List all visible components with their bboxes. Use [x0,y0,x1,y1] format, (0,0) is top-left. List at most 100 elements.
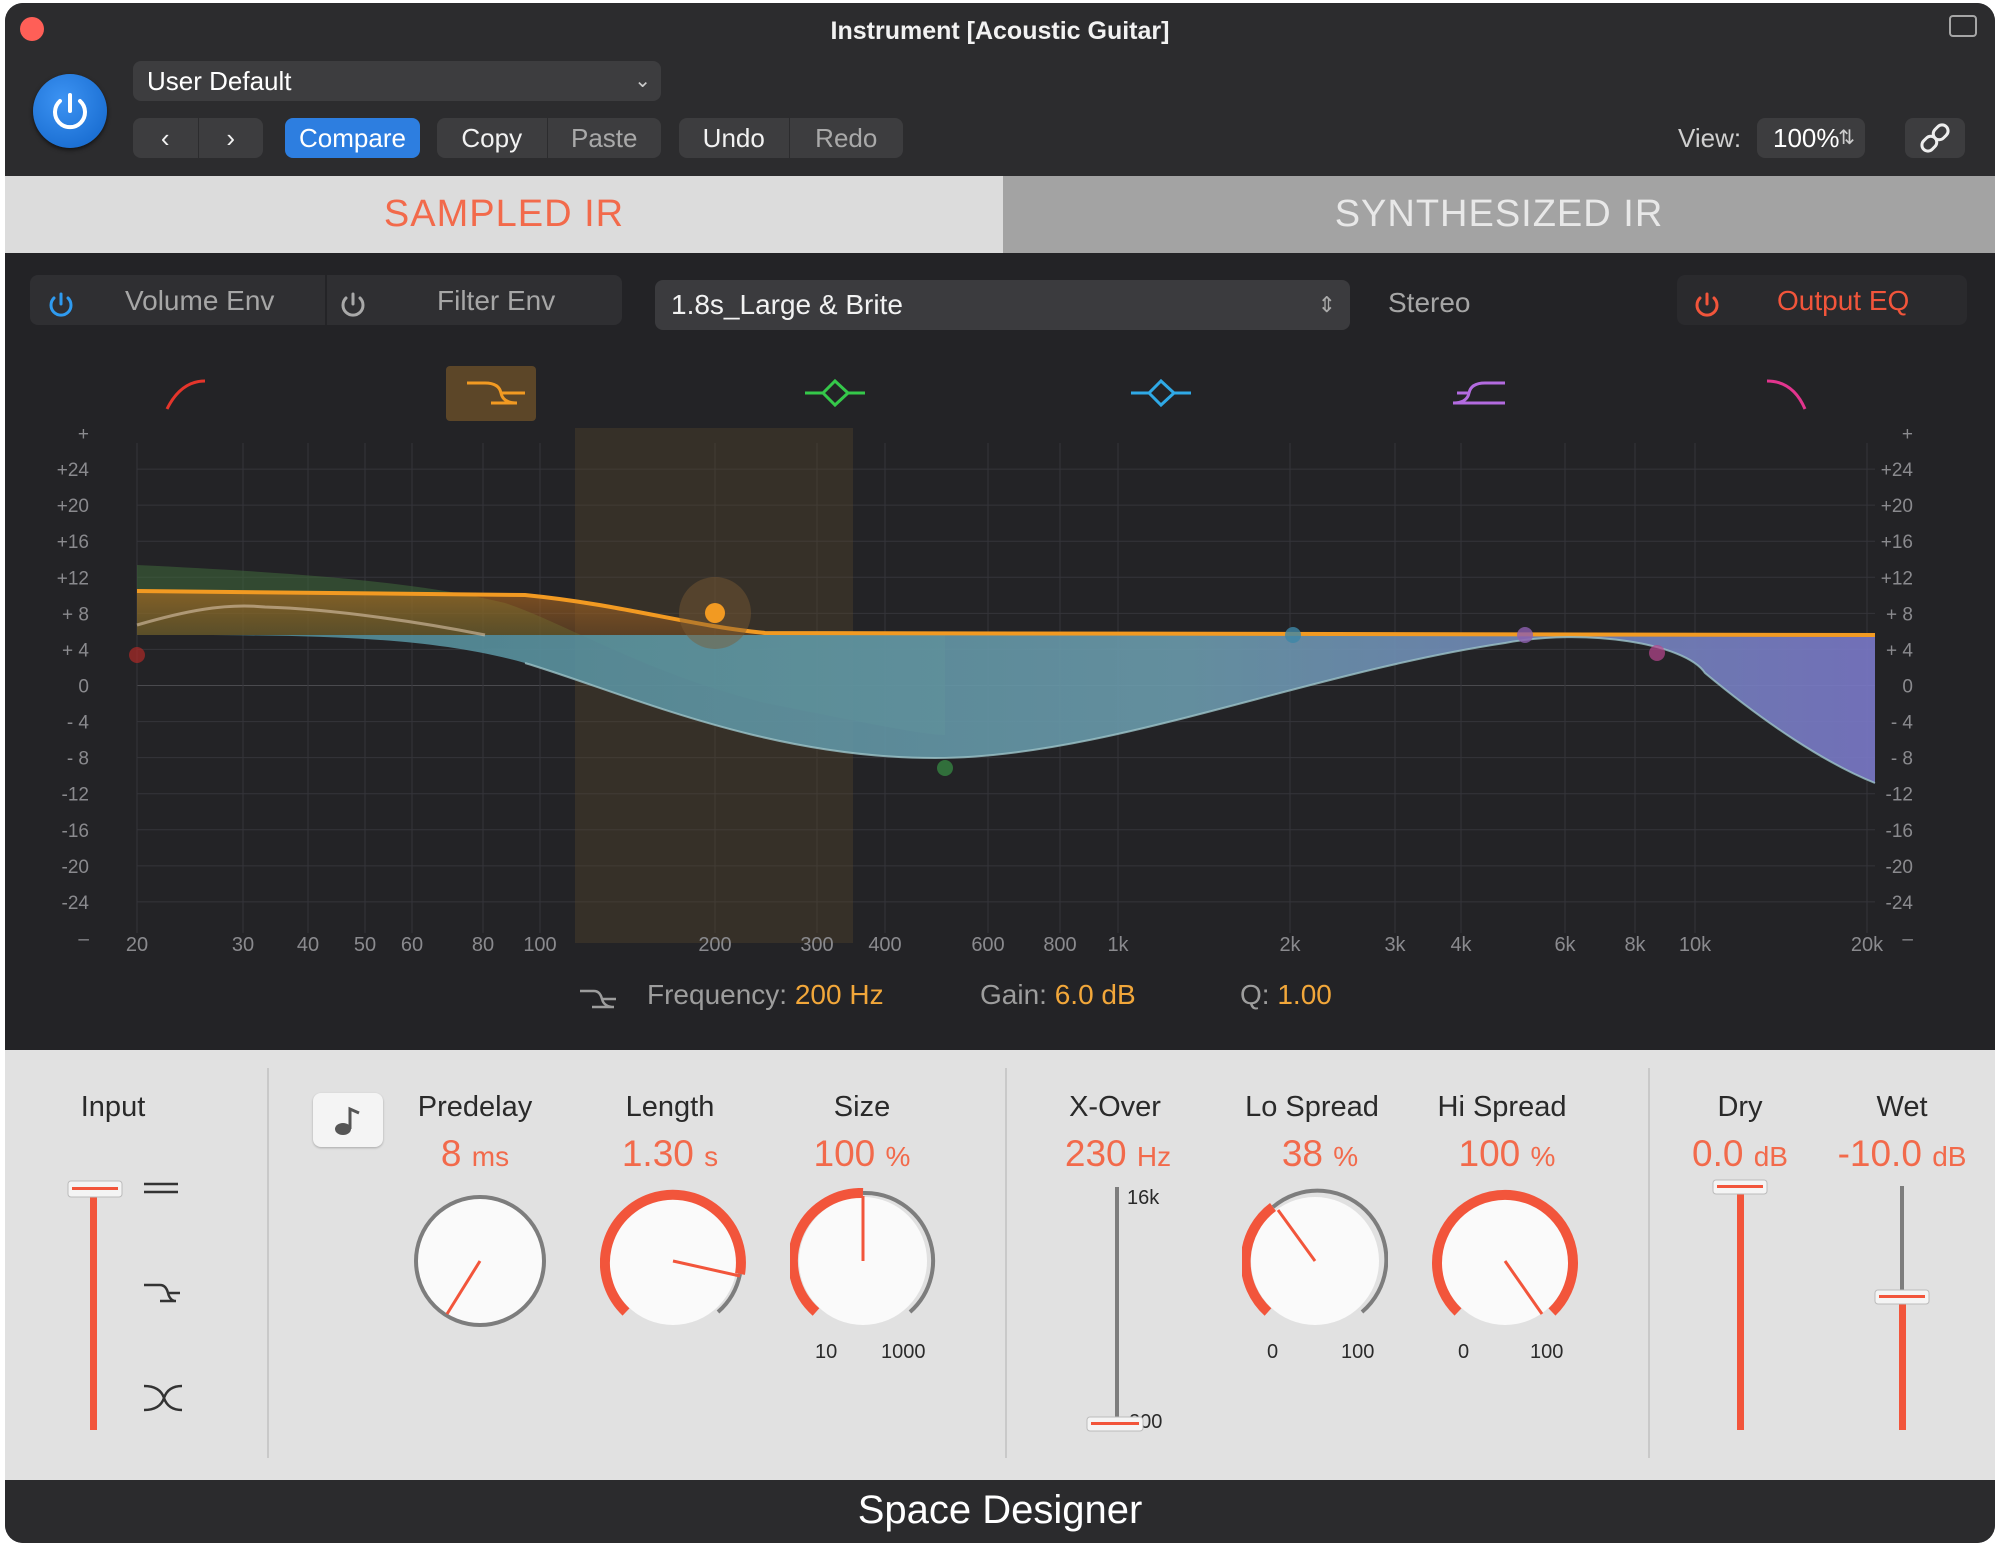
bell-band-icon-green[interactable] [805,378,865,408]
q-value[interactable]: 1.00 [1277,979,1332,1010]
high-shelf-band-icon[interactable] [1452,381,1505,405]
lo-spread-number: 38 [1281,1133,1323,1174]
wet-unit: dB [1932,1141,1967,1172]
filter-env-power-icon[interactable] [335,287,371,323]
xstereo-mode-icon[interactable] [143,1384,183,1412]
db-tick-label: +20 [1881,496,1913,517]
hi-spread-knob[interactable] [1432,1188,1578,1334]
output-eq-label[interactable]: Output EQ [1777,285,1909,317]
db-tick-label: - 8 [1891,749,1913,770]
db-tick-label: +16 [57,532,89,553]
db-tick-label: + 4 [62,640,89,661]
db-tick-label: +24 [1881,460,1914,481]
previous-preset-button[interactable]: ‹ [133,118,198,158]
next-preset-button[interactable]: › [197,118,264,158]
plugin-window: Instrument [Acoustic Guitar] User Defaul… [5,3,1995,1543]
q-readout[interactable]: Q: 1.00 [1240,979,1332,1011]
undo-button[interactable]: Undo [679,118,789,158]
view-zoom-select[interactable]: 100% ⇅ [1757,118,1865,158]
blue-band-handle[interactable] [1285,627,1301,643]
ir-file-select[interactable]: 1.8s_Large & Brite ⇕ [655,280,1350,330]
frequency-scale: 20 30 40 50 60 80 100 200 300 400 600 800 1k 2k 3k 4k 6k… [126,934,1884,956]
frequency-tick-label: 20 [126,934,148,956]
link-button[interactable] [1905,118,1965,158]
frequency-tick-label: 300 [800,934,833,956]
frequency-label: Frequency: [647,979,788,1010]
low-cut-handle[interactable] [129,647,145,663]
frequency-tick-label: 50 [354,934,376,956]
tab-sampled-ir[interactable]: SAMPLED IR [5,176,1003,253]
xover-value[interactable]: 230 Hz [1008,1133,1228,1175]
size-value[interactable]: 100 % [752,1133,972,1175]
preset-menu[interactable]: User Default ⌄ [133,61,661,101]
predelay-unit: ms [471,1141,510,1172]
divider [1648,1068,1650,1458]
predelay-label: Predelay [417,1091,533,1123]
volume-env-tab[interactable]: Volume Env [125,285,274,317]
high-shelf-handle[interactable] [1517,627,1533,643]
frequency-value[interactable]: 200 Hz [795,979,884,1010]
eq-graph[interactable]: ++24+20+16+12+ 8+ 40- 4- 8-12-16-20-24– … [5,343,1995,963]
lo-spread-knob[interactable] [1242,1188,1388,1334]
redo-button[interactable]: Redo [788,118,903,158]
low-shelf-handle[interactable] [705,603,725,623]
lo-spread-unit: % [1333,1141,1359,1172]
frequency-readout[interactable]: Frequency: 200 Hz [647,979,884,1011]
length-knob[interactable] [600,1188,746,1334]
db-tick-label: +20 [57,496,89,517]
input-fader[interactable] [60,1178,200,1438]
output-eq-power-icon[interactable] [1689,287,1725,323]
db-tick-label: -12 [1886,785,1913,806]
green-band-handle[interactable] [937,760,953,776]
wet-number: -10.0 [1837,1133,1922,1174]
handle-line [1091,1422,1139,1425]
stereo-label[interactable]: Stereo [1388,287,1471,319]
stereo-mode-icon[interactable] [144,1182,178,1194]
frequency-tick-label: 30 [232,934,254,956]
frequency-tick-label: 6k [1554,934,1576,956]
predelay-value[interactable]: 8 ms [365,1133,585,1175]
hi-spread-value[interactable]: 100 % [1397,1133,1617,1175]
hi-spread-unit: % [1530,1141,1556,1172]
gain-readout[interactable]: Gain: 6.0 dB [980,979,1136,1011]
wet-label: Wet [1876,1091,1928,1123]
tab-synthesized-ir[interactable]: SYNTHESIZED IR [1003,176,1995,253]
db-tick-label: 0 [78,677,89,698]
db-tick-label: +16 [1881,532,1913,553]
frequency-tick-label: 100 [523,934,556,956]
preset-name: User Default [147,66,292,96]
db-scale-right: + +24 +20 +16 +12 + 8 + 4 0 - 4 - 8 -12 -16 -20 -24 – [1881,424,1914,950]
dry-fader[interactable] [1710,1178,1770,1438]
dry-fader-track [1737,1186,1744,1430]
window-mode-icon[interactable] [1949,15,1977,37]
size-unit: % [885,1141,911,1172]
high-cut-handle[interactable] [1649,645,1665,661]
xover-fader[interactable] [1085,1183,1145,1443]
compare-button[interactable]: Compare [285,118,420,158]
plugin-name: Space Designer [5,1480,1995,1543]
paste-button[interactable]: Paste [546,118,661,158]
length-value[interactable]: 1.30 s [560,1133,780,1175]
high-cut-band-icon[interactable] [1766,379,1807,410]
xover-unit: Hz [1136,1141,1172,1172]
size-knob[interactable] [790,1188,936,1334]
wet-fader[interactable] [1872,1178,1932,1438]
volume-env-power-icon[interactable] [43,287,79,323]
wet-value[interactable]: -10.0 dB [1792,1133,1995,1175]
frequency-tick-label: 2k [1279,934,1301,956]
db-tick-label: + [78,424,89,445]
predelay-knob[interactable] [410,1191,550,1331]
stepper-icon: ⇕ [1317,292,1336,317]
gain-value[interactable]: 6.0 dB [1055,979,1136,1010]
power-icon [53,93,87,130]
plugin-power-button[interactable] [33,74,107,148]
hi-spread-label: Hi Spread [1437,1091,1567,1123]
mono-mode-icon[interactable] [144,1283,180,1303]
filter-env-tab[interactable]: Filter Env [437,285,555,317]
lo-spread-label: Lo Spread [1245,1091,1379,1123]
hi-spread-min: 0 [1458,1341,1470,1363]
low-cut-band-icon[interactable] [165,379,206,410]
copy-button[interactable]: Copy [437,118,547,158]
bell-band-icon-blue[interactable] [1131,378,1191,408]
frequency-tick-label: 800 [1043,934,1076,956]
